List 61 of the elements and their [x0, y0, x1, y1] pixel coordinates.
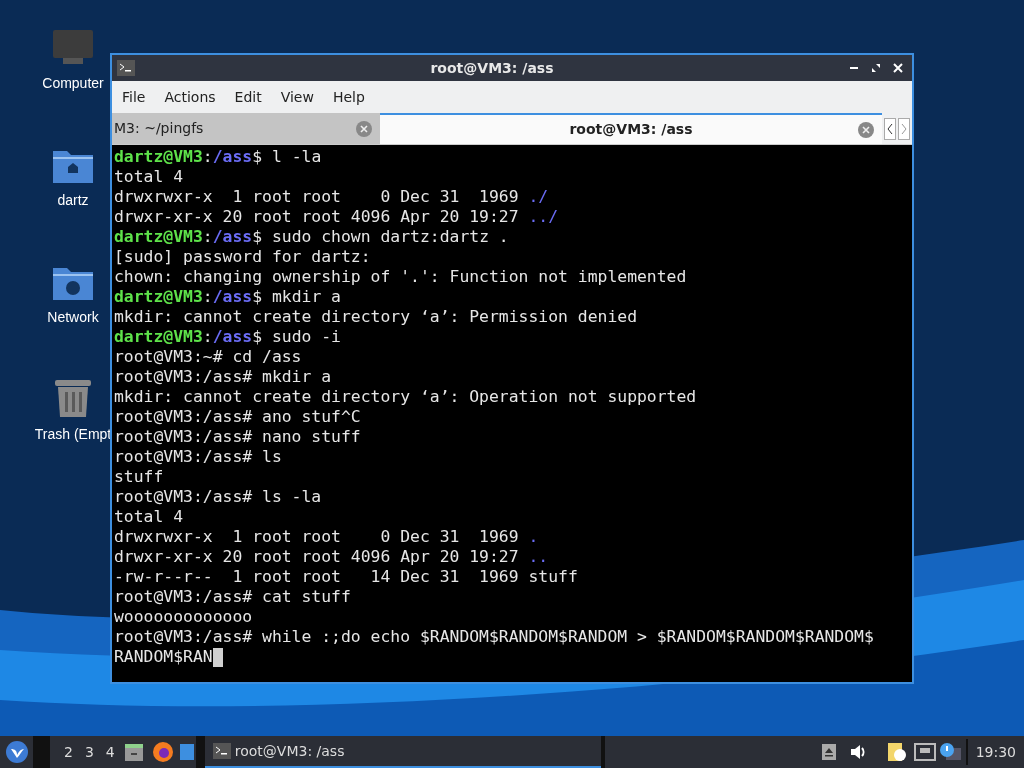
terminal-line: -rw-r--r-- 1 root root 14 Dec 31 1969 stuff [114, 567, 578, 587]
clock[interactable]: 19:30 [967, 741, 1024, 763]
terminal-line: dartz@VM3:/ass$ sudo -i [114, 327, 341, 347]
workspace-switcher[interactable]: 3 [78, 741, 100, 763]
maximize-icon[interactable] [871, 63, 881, 73]
terminal-line: root@VM3:/ass# ls [114, 447, 282, 467]
workspace-switcher[interactable]: 4 [99, 741, 121, 763]
trash-icon [54, 377, 92, 419]
workspace-switcher[interactable]: 2 [58, 741, 79, 763]
terminal-icon [212, 743, 231, 759]
menu-item[interactable]: File [115, 86, 153, 108]
scroll-left-icon[interactable] [884, 117, 896, 140]
terminal-line: root@VM3:/ass# ls -la [114, 487, 322, 507]
terminal-line: root@VM3:/ass# ano stuf^C [114, 407, 361, 427]
terminal-line: root@VM3:~# cd /ass [114, 347, 302, 367]
close-icon[interactable] [893, 63, 903, 73]
terminal-line: root@VM3:/ass# cat stuff [114, 587, 351, 607]
window-title: root@VM3: /ass [429, 58, 555, 78]
tab-close-icon[interactable] [356, 120, 372, 137]
start-menu-icon[interactable] [5, 740, 29, 764]
clipboard-icon[interactable] [885, 741, 908, 763]
terminal-line: drwxrwxr-x 1 root root 0 Dec 31 1969 . [114, 527, 539, 547]
terminal-line: root@VM3:/ass# nano stuff [114, 427, 361, 447]
terminal-line: [sudo] password for dartz: [114, 247, 371, 267]
menu-item[interactable]: View [273, 86, 321, 108]
notification-icon[interactable] [939, 742, 962, 762]
terminal-line: drwxr-xr-x 20 root root 4096 Apr 20 19:27 ../ [114, 207, 559, 227]
terminal-line: root@VM3:/ass# mkdir a [114, 367, 332, 387]
tab-close-icon[interactable] [858, 121, 874, 138]
menu-item[interactable]: Edit [227, 86, 269, 108]
taskbar-spacer [33, 736, 50, 768]
terminal-line: root@VM3:/ass# while :;do echo $RANDOM$RANDOM$RANDOM > $RANDOM$RANDOM$RANDOM$ [114, 627, 874, 647]
menu-item[interactable]: Actions [157, 86, 223, 108]
terminal-line: drwxr-xr-x 20 root root 4096 Apr 20 19:27 .. [114, 547, 549, 567]
desktop-icon-label[interactable]: dartz [57, 190, 89, 211]
tab[interactable]: root@VM3: /ass [380, 113, 882, 144]
terminal-line: total 4 [114, 167, 184, 187]
taskbar-task[interactable]: root@VM3: /ass [204, 736, 601, 768]
terminal-line: dartz@VM3:/ass$ mkdir a [114, 287, 341, 307]
file-cabinet-icon[interactable] [122, 741, 145, 763]
terminal-line: total 4 [114, 507, 184, 527]
desktop-icon-label[interactable]: Computer [42, 73, 104, 94]
network-port-icon[interactable] [913, 743, 936, 761]
terminal-line: drwxrwxr-x 1 root root 0 Dec 31 1969 ./ [114, 187, 549, 207]
tab[interactable]: M3: ~/pingfs [112, 113, 380, 144]
menu-item[interactable]: Help [325, 86, 372, 108]
terminal-line: mkdir: cannot create directory ‘a’: Permission denied [114, 307, 637, 327]
taskbar-spacer [195, 736, 205, 768]
terminal-icon [117, 60, 135, 76]
square-icon[interactable] [179, 744, 194, 760]
desktop-icon-label[interactable]: Network [47, 307, 99, 328]
terminal-line: chown: changing ownership of '.': Function not implemented [114, 267, 687, 287]
terminal-line: stuff [114, 467, 164, 487]
browser-icon[interactable] [151, 741, 174, 763]
terminal-line: wooooooooooooo [114, 607, 253, 627]
desktop-icon-label[interactable]: Trash (Empt [34, 424, 112, 445]
eject-icon[interactable] [821, 744, 836, 760]
terminal-line: mkdir: cannot create directory ‘a’: Operation not supported [114, 387, 697, 407]
terminal-line: dartz@VM3:/ass$ sudo chown dartz:dartz . [114, 227, 509, 247]
terminal-line: RANDOM$RAN [114, 647, 213, 667]
terminal-line: dartz@VM3:/ass$ l -la [114, 147, 322, 167]
